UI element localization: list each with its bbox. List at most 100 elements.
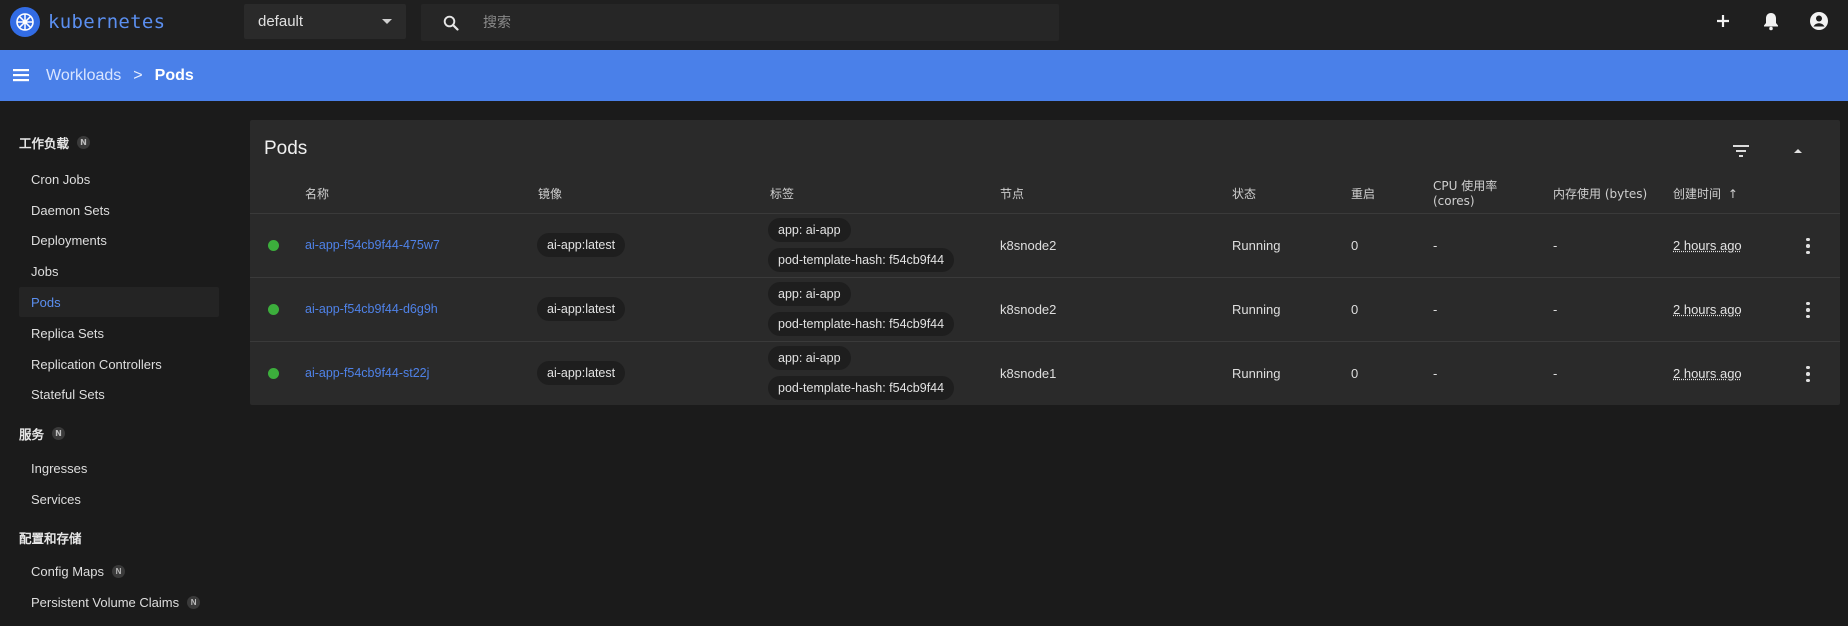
- status-running-icon: [268, 304, 279, 315]
- column-cpu[interactable]: CPU 使用率 (cores): [1433, 179, 1497, 209]
- new-badge: N: [111, 564, 125, 578]
- label-chip: app: ai-app: [768, 282, 851, 306]
- created-time[interactable]: 2 hours ago: [1673, 366, 1742, 381]
- column-name[interactable]: 名称: [305, 187, 329, 202]
- column-labels: 标签: [770, 187, 795, 201]
- kubernetes-helm-icon: [10, 7, 40, 37]
- table-row: ai-app-f54cb9f44-st22j ai-app:latest app…: [250, 341, 1840, 406]
- column-created-label: 创建时间: [1673, 187, 1722, 201]
- pod-name-link[interactable]: ai-app-f54cb9f44-st22j: [305, 366, 429, 380]
- label-chip: pod-template-hash: f54cb9f44: [768, 248, 955, 272]
- status-cell: Running: [1232, 238, 1281, 253]
- cpu-cell: -: [1433, 366, 1438, 381]
- breadcrumb: Workloads > Pods: [46, 50, 194, 101]
- cpu-cell: -: [1433, 238, 1438, 253]
- sidebar-item-jobs[interactable]: Jobs: [19, 256, 219, 286]
- sidebar-item-config-maps[interactable]: Config Maps N: [19, 556, 219, 586]
- breadcrumb-bar: Workloads > Pods: [0, 50, 1848, 101]
- sidebar-item-daemon-sets[interactable]: Daemon Sets: [19, 195, 219, 225]
- search-input[interactable]: [481, 13, 1045, 32]
- section-title: 配置和存储: [19, 531, 82, 546]
- sidebar-item-stateful-sets[interactable]: Stateful Sets: [19, 379, 219, 409]
- memory-cell: -: [1553, 302, 1558, 317]
- label-chip: pod-template-hash: f54cb9f44: [768, 376, 955, 400]
- image-chip: ai-app:latest: [537, 361, 626, 385]
- breadcrumb-current: Pods: [154, 66, 194, 84]
- restarts-cell: 0: [1351, 302, 1359, 317]
- table-row: ai-app-f54cb9f44-d6g9h ai-app:latest app…: [250, 277, 1840, 342]
- breadcrumb-workloads[interactable]: Workloads: [46, 67, 121, 85]
- restarts-cell: 0: [1351, 238, 1359, 253]
- section-workloads[interactable]: 工作负载 N: [19, 133, 91, 152]
- namespace-value: default: [258, 13, 304, 30]
- search-box[interactable]: [421, 4, 1059, 41]
- new-badge: N: [77, 136, 91, 149]
- more-vert-icon[interactable]: [1800, 363, 1816, 385]
- filter-icon[interactable]: [1730, 140, 1752, 162]
- node-cell: k8snode1: [1000, 366, 1057, 381]
- breadcrumb-separator: >: [133, 66, 143, 84]
- column-status: 状态: [1232, 187, 1257, 201]
- new-badge: N: [52, 427, 66, 440]
- restarts-cell: 0: [1351, 366, 1359, 381]
- sidebar-item-pods[interactable]: Pods: [19, 287, 219, 317]
- pod-name-link[interactable]: ai-app-f54cb9f44-d6g9h: [305, 302, 438, 316]
- collapse-icon[interactable]: [1787, 140, 1809, 162]
- sidebar-item-persistent-volume-claims[interactable]: Persistent Volume Claims N: [19, 587, 219, 617]
- namespace-select[interactable]: default: [244, 4, 406, 39]
- sidebar-item-label: Persistent Volume Claims: [31, 594, 180, 610]
- status-cell: Running: [1232, 366, 1281, 381]
- sidebar-item-services[interactable]: Services: [19, 484, 219, 514]
- created-time[interactable]: 2 hours ago: [1673, 238, 1742, 253]
- column-cpu-line2: (cores): [1433, 194, 1475, 208]
- card-title: Pods: [264, 138, 308, 159]
- created-time[interactable]: 2 hours ago: [1673, 302, 1742, 317]
- section-config-storage[interactable]: 配置和存储: [19, 528, 82, 547]
- pod-name-link[interactable]: ai-app-f54cb9f44-475w7: [305, 238, 440, 252]
- column-node: 节点: [1000, 187, 1025, 201]
- sidebar-item-replication-controllers[interactable]: Replication Controllers: [19, 349, 219, 379]
- top-bar: kubernetes default: [0, 0, 1848, 50]
- label-chip: pod-template-hash: f54cb9f44: [768, 312, 955, 336]
- brand-name: kubernetes: [48, 11, 166, 33]
- search-icon: [443, 15, 459, 31]
- more-vert-icon[interactable]: [1800, 299, 1816, 321]
- status-running-icon: [268, 368, 279, 379]
- section-services[interactable]: 服务 N: [19, 424, 66, 443]
- column-cpu-line1: CPU 使用率: [1433, 179, 1498, 193]
- pods-card: Pods 名称 镜像 标签 节点 状态 重启 CPU 使用率 (cores) 内…: [250, 120, 1840, 405]
- memory-cell: -: [1553, 366, 1558, 381]
- column-created[interactable]: 创建时间 ↑: [1673, 187, 1738, 202]
- cpu-cell: -: [1433, 302, 1438, 317]
- label-chip: app: ai-app: [768, 218, 851, 242]
- sidebar-item-label: Config Maps: [31, 563, 104, 579]
- bell-icon[interactable]: [1760, 10, 1782, 32]
- image-chip: ai-app:latest: [537, 233, 626, 257]
- sidebar-item-deployments[interactable]: Deployments: [19, 225, 219, 255]
- hamburger-menu-icon[interactable]: [12, 66, 30, 84]
- new-badge: N: [187, 595, 201, 609]
- sort-arrow-up-icon: ↑: [1727, 187, 1738, 201]
- table-row: ai-app-f54cb9f44-475w7 ai-app:latest app…: [250, 213, 1840, 278]
- sidebar-item-replica-sets[interactable]: Replica Sets: [19, 318, 219, 348]
- column-memory[interactable]: 内存使用 (bytes): [1553, 187, 1647, 202]
- kubernetes-logo[interactable]: kubernetes: [10, 7, 165, 37]
- add-icon[interactable]: [1712, 10, 1734, 32]
- sidebar: 工作负载 N Cron Jobs Daemon Sets Deployments…: [0, 101, 225, 626]
- sidebar-item-cron-jobs[interactable]: Cron Jobs: [19, 164, 219, 194]
- sidebar-item-ingresses[interactable]: Ingresses: [19, 453, 219, 483]
- status-cell: Running: [1232, 302, 1281, 317]
- section-title: 工作负载: [19, 136, 70, 151]
- label-chip: app: ai-app: [768, 346, 851, 370]
- memory-cell: -: [1553, 238, 1558, 253]
- section-title: 服务: [19, 427, 45, 442]
- column-restarts[interactable]: 重启: [1351, 187, 1375, 202]
- image-chip: ai-app:latest: [537, 297, 626, 321]
- status-running-icon: [268, 240, 279, 251]
- more-vert-icon[interactable]: [1800, 235, 1816, 257]
- account-icon[interactable]: [1808, 10, 1830, 32]
- caret-down-icon: [382, 19, 392, 24]
- column-image: 镜像: [538, 187, 563, 201]
- node-cell: k8snode2: [1000, 302, 1057, 317]
- node-cell: k8snode2: [1000, 238, 1057, 253]
